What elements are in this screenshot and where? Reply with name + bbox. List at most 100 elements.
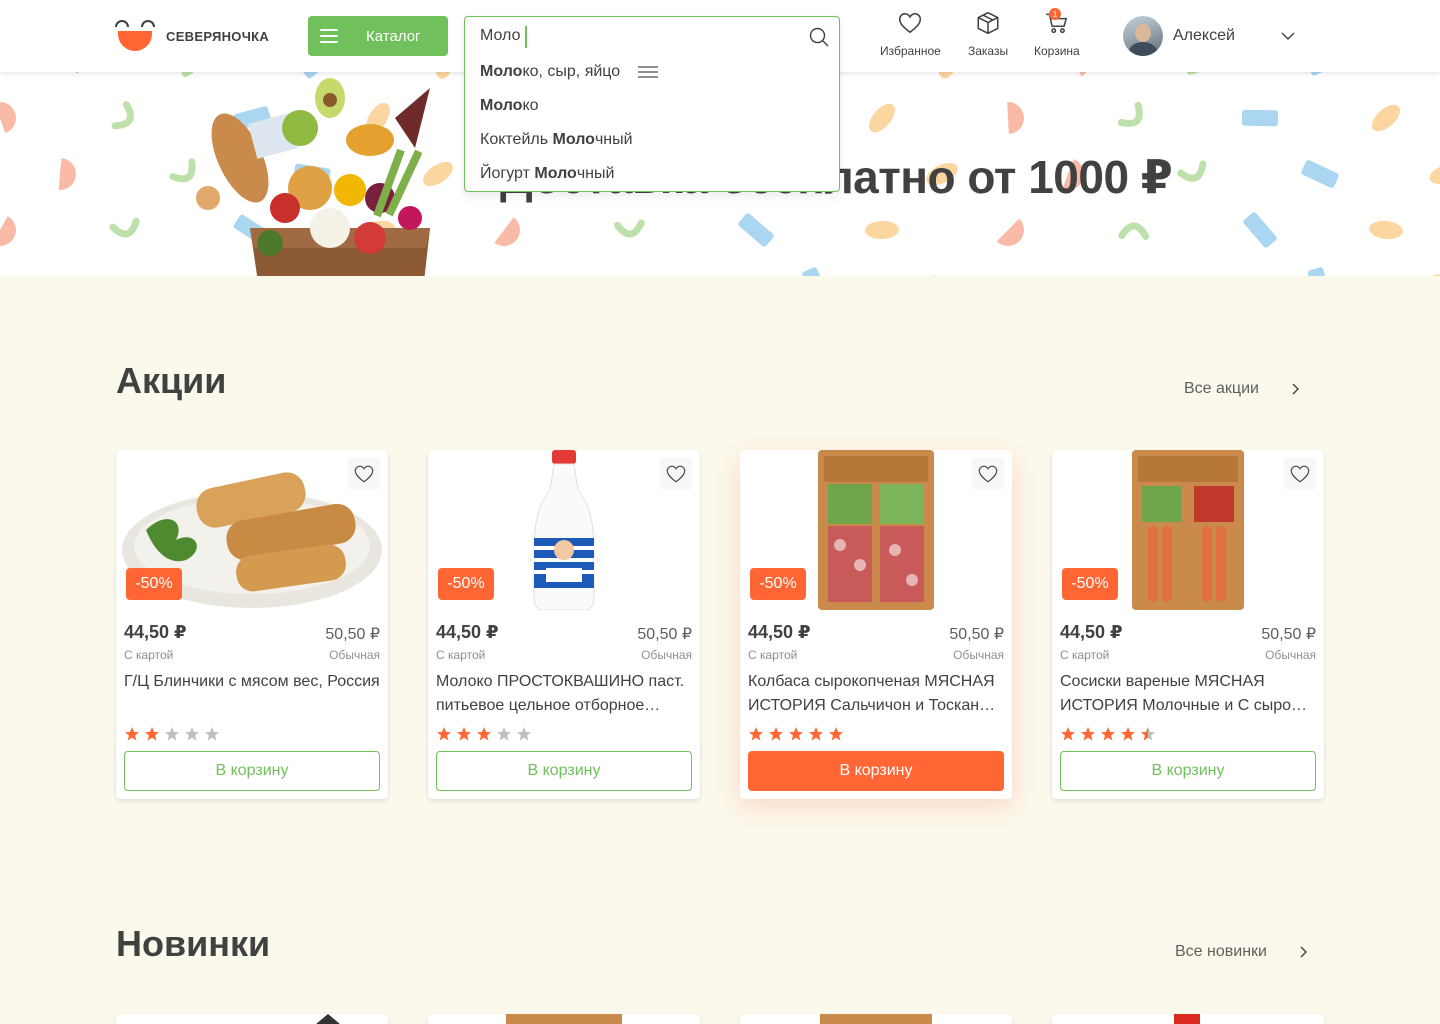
favorite-button[interactable] (348, 458, 380, 490)
logo-icon (114, 18, 156, 54)
list-icon (638, 65, 659, 79)
price-regular: 50,50 ₽ (325, 626, 380, 643)
logo[interactable]: СЕВЕРЯНОЧКА (114, 18, 269, 54)
cart-count-badge: 1 (1049, 8, 1061, 20)
star-icon (437, 727, 451, 741)
user-menu[interactable]: Алексей (1123, 16, 1235, 56)
add-to-cart-button[interactable]: В корзину (748, 751, 1004, 791)
product-title[interactable]: Сосиски вареные МЯСНАЯ ИСТОРИЯ Молочные … (1060, 670, 1316, 718)
nav-orders[interactable]: Заказы (968, 10, 1008, 58)
star-icon (1061, 727, 1075, 741)
star-icon (1081, 727, 1095, 741)
star-icon (185, 727, 199, 741)
nav-cart[interactable]: 1 Корзина (1034, 8, 1080, 58)
star-icon (125, 727, 139, 741)
logo-text: СЕВЕРЯНОЧКА (166, 28, 270, 44)
product-card[interactable]: -50% 44,50 ₽ 50,50 ₽ С картой Обычная Ко… (740, 450, 1012, 799)
add-to-cart-button[interactable]: В корзину (1060, 751, 1316, 791)
search-suggestions: Моло ко, сыр, яйцо Моло ко Коктейль Моло чн… (465, 55, 839, 191)
new-product-card[interactable] (428, 1014, 700, 1024)
suggestion-match: Моло (534, 165, 577, 182)
all-new-label: Все новинки (1175, 943, 1267, 960)
new-section-title: Новинки (116, 923, 271, 964)
search-box: Молоко, сыр, яйцо Молоко Коктейль Молочн… (464, 16, 840, 192)
all-promos-link[interactable]: Все акции (1184, 380, 1301, 398)
discount-badge: -50% (438, 568, 494, 600)
star-icon (205, 727, 219, 741)
menu-icon (320, 29, 338, 43)
new-product-card[interactable] (1052, 1014, 1324, 1024)
chevron-right-icon (1292, 383, 1299, 395)
groceries-bag-image (196, 78, 430, 276)
price-with-card: 44,50 ₽ (436, 622, 499, 642)
star-icon (1141, 727, 1155, 741)
catalog-button[interactable]: Каталог (308, 16, 448, 56)
box-icon (977, 11, 999, 35)
user-name: Алексей (1173, 27, 1235, 44)
heart-icon (978, 465, 998, 483)
catalog-button-label: Каталог (366, 27, 421, 45)
product-title[interactable]: Колбаса сырокопченая МЯСНАЯ ИСТОРИЯ Саль… (748, 670, 1004, 718)
favorite-button[interactable] (972, 458, 1004, 490)
discount-badge: -50% (126, 568, 182, 600)
price-regular-label: Обычная (1265, 648, 1316, 662)
rating-stars (124, 726, 224, 742)
suggestion-rest: ко (522, 97, 539, 114)
heart-icon (354, 465, 374, 483)
product-card[interactable]: -50% 44,50 ₽ 50,50 ₽ С картой Обычная Мо… (428, 450, 700, 799)
star-icon (477, 727, 491, 741)
product-card[interactable]: -50% 44,50 ₽ 50,50 ₽ С картой Обычная Г/… (116, 450, 388, 799)
new-product-card[interactable] (740, 1014, 1012, 1024)
product-title[interactable]: Молоко ПРОСТОКВАШИНО паст. питьевое цель… (436, 670, 692, 718)
search-icon[interactable] (809, 27, 829, 47)
star-icon (145, 727, 159, 741)
discount-badge: -50% (750, 568, 806, 600)
suggestion-rest: чный (594, 131, 633, 148)
suggestion-rest: чный (576, 165, 615, 182)
heart-icon (666, 465, 686, 483)
chevron-right-icon (1300, 946, 1307, 958)
all-promos-label: Все акции (1184, 380, 1259, 397)
search-input[interactable] (465, 17, 839, 55)
nav-cart-label: Корзина (1034, 44, 1080, 58)
favorite-button[interactable] (1284, 458, 1316, 490)
product-title[interactable]: Г/Ц Блинчики с мясом вес, Россия (124, 670, 380, 718)
nav-favorites-label: Избранное (880, 44, 941, 58)
suggestion-match: Моло (552, 131, 595, 148)
rating-stars (436, 726, 536, 742)
search-suggestion[interactable]: Коктейль Моло чный (465, 123, 839, 157)
product-card[interactable]: -50% 44,50 ₽ 50,50 ₽ С картой Обычная Со… (1052, 450, 1324, 799)
price-regular: 50,50 ₽ (637, 626, 692, 643)
price-with-card: 44,50 ₽ (124, 622, 187, 642)
nav-favorites[interactable]: Избранное (880, 10, 941, 58)
price-with-card: 44,50 ₽ (1060, 622, 1123, 642)
promo-section-title: Акции (116, 360, 227, 401)
price-with-card: 44,50 ₽ (748, 622, 811, 642)
search-suggestion[interactable]: Моло ко, сыр, яйцо (465, 55, 839, 89)
price-regular: 50,50 ₽ (949, 626, 1004, 643)
suggestion-rest: ко, сыр, яйцо (522, 63, 621, 80)
star-icon (1121, 727, 1135, 741)
star-icon (809, 727, 823, 741)
price-regular: 50,50 ₽ (1261, 626, 1316, 643)
heart-icon (1290, 465, 1310, 483)
add-to-cart-button[interactable]: В корзину (124, 751, 380, 791)
new-product-card[interactable] (116, 1014, 388, 1024)
price-with-card-label: С картой (124, 648, 174, 662)
star-icon (165, 727, 179, 741)
favorite-button[interactable] (660, 458, 692, 490)
star-icon (517, 727, 531, 741)
star-icon (829, 727, 843, 741)
star-icon (457, 727, 471, 741)
star-icon (1101, 727, 1115, 741)
star-icon (497, 727, 511, 741)
text-caret (525, 26, 527, 48)
all-new-link[interactable]: Все новинки (1175, 943, 1309, 961)
star-icon (749, 727, 763, 741)
add-to-cart-button[interactable]: В корзину (436, 751, 692, 791)
suggestion-prefix: Йогурт (480, 165, 535, 182)
search-suggestion[interactable]: Моло ко (465, 89, 839, 123)
search-suggestion[interactable]: Йогурт Моло чный (465, 157, 839, 191)
chevron-down-icon[interactable] (1280, 28, 1296, 44)
suggestion-match: Моло (480, 97, 523, 114)
